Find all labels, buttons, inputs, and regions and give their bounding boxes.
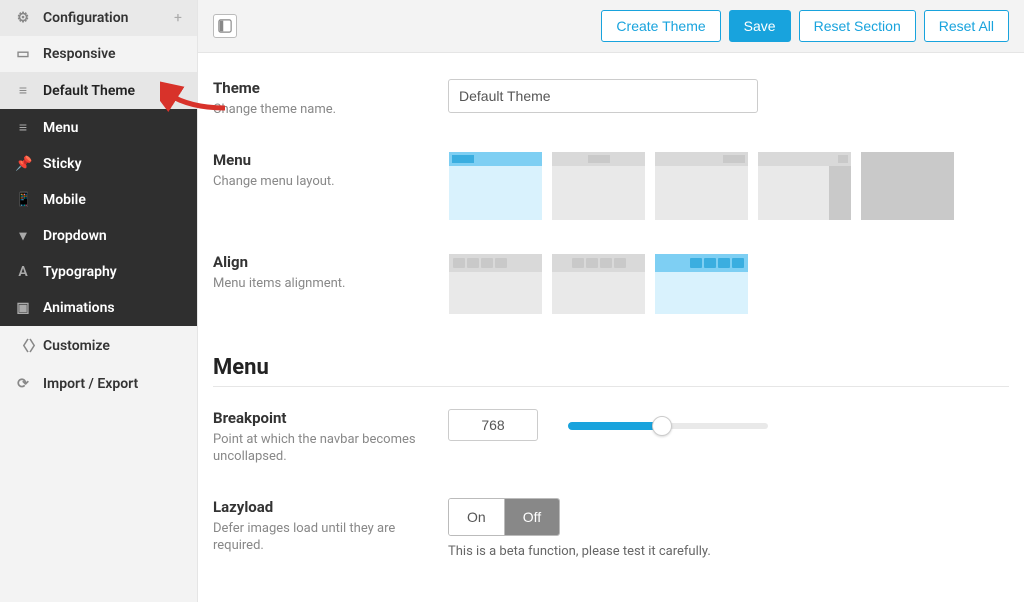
sidebar-item-typography[interactable]: A Typography — [0, 254, 197, 290]
row-align: Align Menu items alignment. — [213, 237, 1009, 331]
sidebar-item-label: Sticky — [43, 156, 82, 172]
sidebar-item-label: Customize — [43, 338, 110, 354]
device-icon: ▭ — [15, 46, 31, 62]
sidebar-item-configuration[interactable]: ⚙ Configuration + — [0, 0, 197, 36]
breakpoint-input[interactable] — [448, 409, 538, 441]
sidebar-item-default-theme[interactable]: ≡ Default Theme — [0, 72, 197, 109]
layout-option-topbar-right[interactable] — [654, 151, 749, 221]
reset-all-button[interactable]: Reset All — [924, 10, 1009, 42]
sidebar-item-menu[interactable]: ≡ Menu — [0, 109, 197, 146]
menu-layout-picker — [448, 151, 1009, 221]
sidebar-subgroup: ≡ Menu 📌 Sticky 📱 Mobile ▾ Dropdown A Ty… — [0, 109, 197, 326]
menu-icon: ≡ — [15, 119, 31, 136]
sidebar-item-label: Dropdown — [43, 228, 107, 244]
row-desc: Menu items alignment. — [213, 275, 428, 293]
row-theme: Theme Change theme name. — [213, 63, 1009, 135]
layout-option-right-sidebar[interactable] — [757, 151, 852, 221]
align-picker — [448, 253, 1009, 315]
sidebar: ⚙ Configuration + ▭ Responsive ≡ Default… — [0, 0, 198, 602]
lazyload-on-button[interactable]: On — [449, 499, 505, 535]
sidebar-item-sticky[interactable]: 📌 Sticky — [0, 146, 197, 182]
sidebar-item-dropdown[interactable]: ▾ Dropdown — [0, 218, 197, 254]
dropdown-icon: ▾ — [15, 228, 31, 244]
row-desc: Change menu layout. — [213, 173, 428, 191]
sidebar-item-label: Default Theme — [43, 83, 135, 99]
sidebar-item-label: Import / Export — [43, 376, 138, 392]
row-desc: Change theme name. — [213, 101, 428, 119]
sidebar-item-label: Typography — [43, 264, 117, 280]
layout-option-full[interactable] — [860, 151, 955, 221]
save-button[interactable]: Save — [729, 10, 791, 42]
breakpoint-slider[interactable] — [568, 415, 768, 435]
code-icon: 〈〉 — [15, 336, 31, 356]
sidebar-item-customize[interactable]: 〈〉 Customize — [0, 326, 197, 366]
toolbar: Create Theme Save Reset Section Reset Al… — [198, 0, 1024, 53]
pin-icon: 📌 — [15, 156, 31, 172]
sidebar-item-label: Configuration — [43, 10, 128, 26]
row-title: Align — [213, 253, 428, 271]
sidebar-item-import-export[interactable]: ⟳ Import / Export — [0, 366, 197, 402]
row-title: Menu — [213, 151, 428, 169]
row-lazyload: Lazyload Defer images load until they ar… — [213, 482, 1009, 575]
mobile-icon: 📱 — [15, 192, 31, 208]
lazyload-note: This is a beta function, please test it … — [448, 544, 1009, 559]
create-theme-button[interactable]: Create Theme — [601, 10, 720, 42]
row-title: Lazyload — [213, 498, 428, 516]
animation-icon: ▣ — [15, 300, 31, 316]
sidebar-item-label: Responsive — [43, 46, 116, 62]
align-option-right[interactable] — [654, 253, 749, 315]
sidebar-item-label: Mobile — [43, 192, 86, 208]
lazyload-off-button[interactable]: Off — [505, 499, 559, 535]
layout-option-topbar-center[interactable] — [551, 151, 646, 221]
sidebar-item-label: Animations — [43, 300, 115, 316]
lazyload-toggle: On Off — [448, 498, 560, 536]
expand-icon[interactable]: + — [174, 10, 182, 26]
align-option-center[interactable] — [551, 253, 646, 315]
align-option-left[interactable] — [448, 253, 543, 315]
toggle-sidebar-button[interactable] — [213, 14, 237, 38]
sidebar-item-mobile[interactable]: 📱 Mobile — [0, 182, 197, 218]
sidebar-item-animations[interactable]: ▣ Animations — [0, 290, 197, 326]
type-icon: A — [15, 264, 31, 280]
layout-option-topbar-left[interactable] — [448, 151, 543, 221]
sidebar-item-label: Menu — [43, 120, 78, 136]
row-breakpoint: Breakpoint Point at which the navbar bec… — [213, 393, 1009, 482]
sync-icon: ⟳ — [15, 376, 31, 392]
row-desc: Point at which the navbar becomes uncoll… — [213, 431, 428, 466]
theme-name-input[interactable] — [448, 79, 758, 113]
settings-pane: Theme Change theme name. Menu Change men… — [198, 53, 1024, 602]
row-menu-layout: Menu Change menu layout. — [213, 135, 1009, 237]
reset-section-button[interactable]: Reset Section — [799, 10, 916, 42]
row-title: Breakpoint — [213, 409, 428, 427]
section-heading-menu: Menu — [213, 355, 1009, 380]
sidebar-item-responsive[interactable]: ▭ Responsive — [0, 36, 197, 72]
gear-icon: ⚙ — [15, 10, 31, 26]
row-desc: Defer images load until they are require… — [213, 520, 428, 555]
row-title: Theme — [213, 79, 428, 97]
menu-icon: ≡ — [15, 82, 31, 99]
slider-knob[interactable] — [652, 416, 672, 436]
